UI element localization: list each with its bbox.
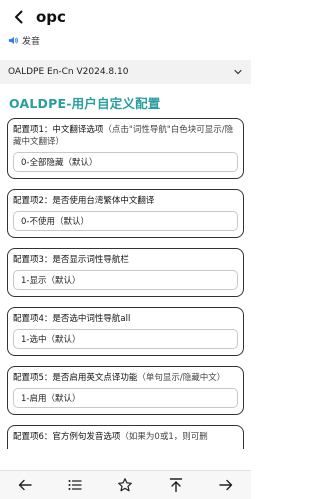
config-label-main: 配置项5：是否启用英文点译功能 [13, 373, 138, 383]
star-icon [118, 478, 133, 492]
scroll-top-button[interactable] [165, 474, 187, 496]
config-label-main: 配置项4：是否选中词性导航all [13, 314, 131, 324]
arrow-up-to-top-icon [169, 478, 182, 493]
arrow-left-icon [18, 479, 32, 491]
config-label-hint: （单句显示/隐藏中文） [137, 373, 226, 383]
config-select-5[interactable]: 1-启用（默认） [13, 388, 238, 408]
config-card-1: 配置项1：中文翻译选项（点击"词性导航"白色块可显示/隐藏中文翻译） 0-全部隐… [7, 118, 244, 179]
config-card-5: 配置项5：是否启用英文点译功能（单句显示/隐藏中文） 1-启用（默认） [7, 366, 244, 415]
dictionary-name: OALDPE En-Cn V2024.8.10 [8, 67, 129, 77]
config-label: 配置项3：是否显示词性导航栏 [13, 254, 238, 266]
config-card-3: 配置项3：是否显示词性导航栏 1-显示（默认） [7, 248, 244, 297]
speaker-icon [8, 36, 18, 45]
config-card-2: 配置项2：是否使用台湾繁体中文翻译 0-不使用（默认） [7, 189, 244, 238]
config-label: 配置项2：是否使用台湾繁体中文翻译 [13, 195, 238, 207]
back-button[interactable] [8, 6, 30, 28]
back-nav-button[interactable] [14, 474, 36, 496]
config-label: 配置项5：是否启用英文点译功能（单句显示/隐藏中文） [13, 372, 238, 384]
config-label-hint: （如果为0或1，则可删 [120, 432, 208, 442]
chevron-down-icon [234, 69, 242, 75]
config-select-3[interactable]: 1-显示（默认） [13, 270, 238, 290]
config-label: 配置项4：是否选中词性导航all [13, 313, 238, 325]
chevron-left-icon [15, 10, 23, 23]
config-select-1[interactable]: 0-全部隐藏（默认） [13, 152, 238, 172]
list-icon [68, 480, 82, 490]
config-select-2[interactable]: 0-不使用（默认） [13, 211, 238, 231]
dictionary-header[interactable]: OALDPE En-Cn V2024.8.10 [0, 60, 251, 84]
config-label-main: 配置项1：中文翻译选项 [13, 125, 104, 135]
top-bar: opc [0, 0, 251, 33]
pronunciation-label: 发音 [22, 37, 41, 47]
list-button[interactable] [64, 474, 86, 496]
section-title: OALDPE-用户自定义配置 [9, 96, 161, 111]
bottom-nav-bar [0, 470, 251, 499]
config-select-4[interactable]: 1-选中（默认） [13, 329, 238, 349]
config-content: OALDPE-用户自定义配置 配置项1：中文翻译选项（点击"词性导航"白色块可显… [0, 93, 251, 449]
config-card-4: 配置项4：是否选中词性导航all 1-选中（默认） [7, 307, 244, 356]
config-label: 配置项1：中文翻译选项（点击"词性导航"白色块可显示/隐藏中文翻译） [13, 124, 238, 148]
config-label-main: 配置项2：是否使用台湾繁体中文翻译 [13, 196, 155, 206]
forward-nav-button[interactable] [215, 474, 237, 496]
favorite-button[interactable] [114, 474, 136, 496]
config-label: 配置项6：官方例句发音选项（如果为0或1，则可删 [13, 431, 238, 443]
config-label-main: 配置项3：是否显示词性导航栏 [13, 255, 129, 265]
config-card-6: 配置项6：官方例句发音选项（如果为0或1，则可删 [7, 425, 244, 449]
arrow-right-icon [219, 479, 233, 491]
config-label-main: 配置项6：官方例句发音选项 [13, 432, 121, 442]
headword-title: opc [36, 7, 66, 26]
pronunciation-button[interactable]: 发音 [0, 33, 251, 48]
